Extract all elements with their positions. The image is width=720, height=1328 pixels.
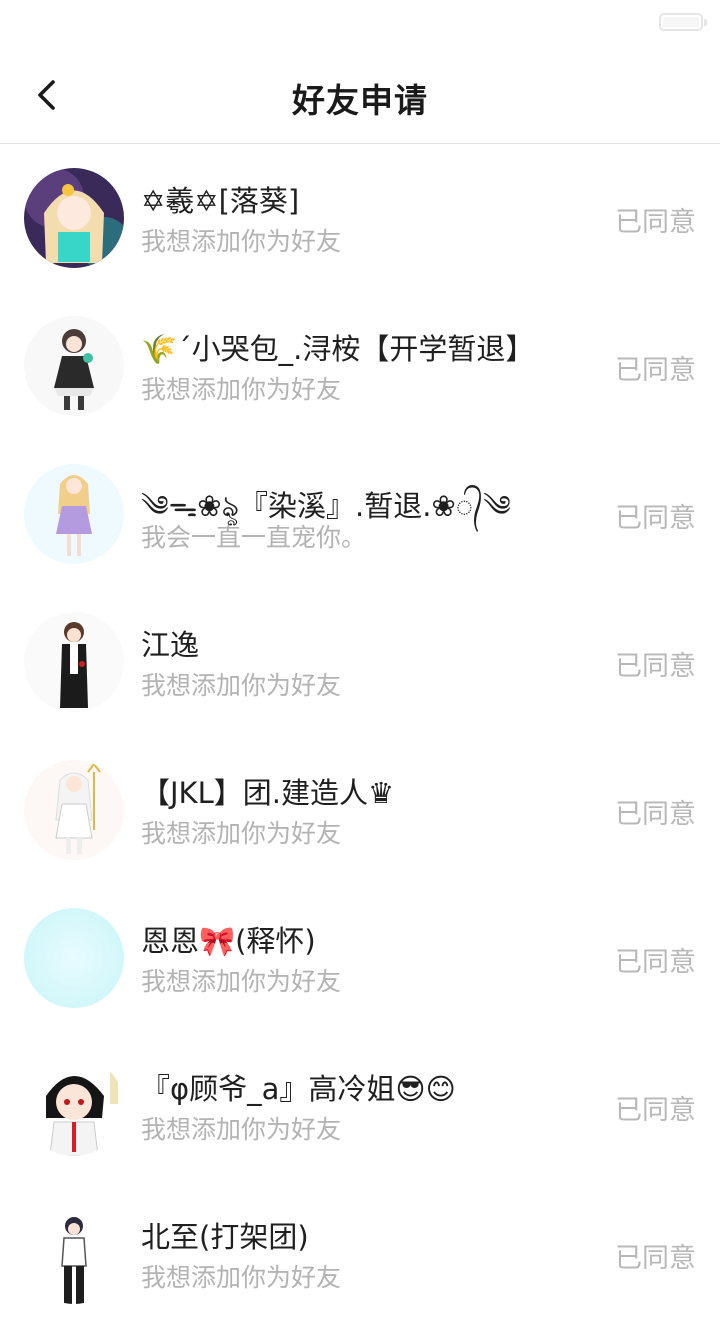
- status-label: 已同意: [615, 1095, 696, 1126]
- status-label: 已同意: [615, 651, 696, 682]
- request-name: 🌾´小哭包_.浔桉【开学暂退】: [141, 332, 535, 366]
- request-name: 【JKL】团.建造人♛: [141, 776, 394, 810]
- friend-request-item[interactable]: 恩恩🎀(释怀) 我想添加你为好友 已同意: [0, 884, 720, 1032]
- request-name: 江逸: [141, 628, 200, 662]
- friend-request-item[interactable]: 🌾´小哭包_.浔桉【开学暂退】 我想添加你为好友 已同意: [0, 292, 720, 440]
- avatar[interactable]: [24, 1056, 124, 1156]
- status-label: 已同意: [615, 207, 696, 238]
- request-message: 我想添加你为好友: [141, 671, 342, 700]
- avatar[interactable]: [24, 908, 124, 1008]
- page-title: 好友申请: [292, 81, 428, 120]
- avatar[interactable]: [24, 464, 124, 564]
- status-label: 已同意: [615, 1243, 696, 1274]
- request-name: ✡羲✡[落葵]: [141, 184, 300, 218]
- friend-request-item[interactable]: ༄ᯓ❀ৡ『染溪』.暂退.❀᭄༄ 我会一直一直宠你。 已同意: [0, 440, 720, 588]
- avatar[interactable]: [24, 1204, 124, 1304]
- friend-request-item[interactable]: ✡羲✡[落葵] 我想添加你为好友 已同意: [0, 144, 720, 292]
- avatar[interactable]: [24, 316, 124, 416]
- status-label: 已同意: [615, 947, 696, 978]
- request-message: 我想添加你为好友: [141, 1115, 342, 1144]
- battery-icon: [659, 13, 707, 31]
- status-label: 已同意: [615, 355, 696, 386]
- status-label: 已同意: [615, 503, 696, 534]
- nav-bar: 好友申请: [0, 48, 720, 144]
- friend-request-item[interactable]: 江逸 我想添加你为好友 已同意: [0, 588, 720, 736]
- request-name: 恩恩🎀(释怀): [141, 924, 316, 958]
- avatar[interactable]: [24, 760, 124, 860]
- request-message: 我想添加你为好友: [141, 819, 342, 848]
- status-label: 已同意: [615, 799, 696, 830]
- request-message: 我想添加你为好友: [141, 967, 342, 996]
- avatar[interactable]: [24, 612, 124, 712]
- avatar[interactable]: [24, 168, 124, 268]
- friend-request-item[interactable]: 『φ顾爷_a』高冷姐😎😊 我想添加你为好友 已同意: [0, 1032, 720, 1180]
- request-message: 我想添加你为好友: [141, 375, 342, 404]
- friend-request-item[interactable]: 【JKL】团.建造人♛ 我想添加你为好友 已同意: [0, 736, 720, 884]
- request-name: 『φ顾爷_a』高冷姐😎😊: [141, 1072, 456, 1106]
- request-name: 北至(打架团): [141, 1220, 309, 1254]
- request-message: 我会一直一直宠你。: [141, 523, 367, 552]
- request-message: 我想添加你为好友: [141, 1263, 342, 1292]
- status-bar: [0, 0, 720, 48]
- friend-request-item[interactable]: 北至(打架团) 我想添加你为好友 已同意: [0, 1180, 720, 1328]
- request-message: 我想添加你为好友: [141, 227, 342, 256]
